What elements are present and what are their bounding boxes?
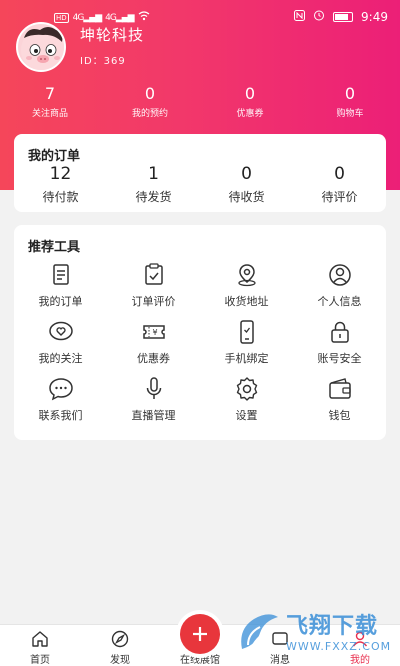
user-circle-icon xyxy=(328,264,351,286)
watermark-title: 飞翔下载 xyxy=(286,613,379,639)
add-button[interactable] xyxy=(180,614,220,654)
order-pending-receipt[interactable]: 0 待收货 xyxy=(200,164,293,205)
coupon-icon: ¥ xyxy=(142,325,165,339)
nfc-icon xyxy=(294,9,306,24)
stat-value: 0 xyxy=(144,84,156,103)
status-time: 9:49 xyxy=(361,9,388,24)
compass-icon xyxy=(111,630,129,648)
tab-label: 首页 xyxy=(30,655,50,666)
tool-order-review[interactable]: 订单评价 xyxy=(107,261,200,318)
location-pin-icon xyxy=(237,264,256,287)
order-label: 待收货 xyxy=(228,190,265,204)
hd-badge: HD xyxy=(54,12,69,23)
microphone-icon xyxy=(146,377,161,399)
tool-account-security[interactable]: 账号安全 xyxy=(293,318,386,375)
tool-contact-us[interactable]: 联系我们 xyxy=(14,375,107,432)
center-plus-container xyxy=(176,610,224,658)
clipboard-check-icon xyxy=(144,263,163,285)
plus-icon xyxy=(193,627,207,641)
orders-card: 我的订单 12 待付款 1 待发货 0 待收货 0 待评价 xyxy=(14,134,386,212)
signal-icon: 4G▂▄▆ xyxy=(72,12,102,23)
watermark-url: WWW.FXXZ.COM xyxy=(286,639,392,653)
order-count: 0 xyxy=(334,164,345,184)
company-name: 坤轮科技 xyxy=(80,26,145,44)
tool-phone-binding[interactable]: 手机绑定 xyxy=(200,318,293,375)
status-bar: HD 4G▂▄▆ 4G▂▄▆ 9:49 xyxy=(0,0,400,34)
stat-value: 7 xyxy=(44,84,56,103)
chat-bubble-icon xyxy=(48,378,73,401)
signal-icon-2: 4G▂▄▆ xyxy=(105,12,134,23)
order-label: 待付款 xyxy=(42,190,79,204)
tools-grid: 我的订单 订单评价 收货地址 个人信息 我的关注 ¥ 优惠券 手机绑定 账号安全… xyxy=(14,261,386,432)
order-count: 12 xyxy=(49,164,72,184)
order-pending-shipment[interactable]: 1 待发货 xyxy=(107,164,200,205)
watermark: 飞翔下载 WWW.FXXZ.COM xyxy=(234,604,394,662)
gear-icon xyxy=(236,377,257,401)
tools-card: 推荐工具 我的订单 订单评价 收货地址 个人信息 我的关注 ¥ 优惠券 手机绑定 xyxy=(14,225,386,440)
tool-label: 手机绑定 xyxy=(224,352,269,365)
stat-coupons[interactable]: 0 优惠券 xyxy=(200,84,300,119)
tool-label: 个人信息 xyxy=(317,295,362,308)
tool-label: 我的订单 xyxy=(38,295,83,308)
stat-value: 0 xyxy=(344,84,356,103)
tool-label: 优惠券 xyxy=(137,352,170,365)
stat-followed-products[interactable]: 7 关注商品 xyxy=(0,84,100,119)
watermark-logo-icon xyxy=(241,614,278,649)
home-icon xyxy=(32,631,48,647)
orders-title: 我的订单 xyxy=(28,149,81,164)
battery-icon xyxy=(333,11,354,22)
phone-icon xyxy=(239,320,254,344)
tool-shipping-address[interactable]: 收货地址 xyxy=(200,261,293,318)
tool-my-follows[interactable]: 我的关注 xyxy=(14,318,107,375)
tool-label: 账号安全 xyxy=(317,352,362,365)
tab-discover[interactable]: 发现 xyxy=(80,625,160,666)
tools-title: 推荐工具 xyxy=(28,240,81,255)
tool-label: 订单评价 xyxy=(131,295,176,308)
tool-label: 钱包 xyxy=(328,409,351,422)
tab-home[interactable]: 首页 xyxy=(0,625,80,666)
tool-label: 直播管理 xyxy=(131,409,176,422)
order-label: 待发货 xyxy=(135,190,172,204)
order-status-row: 12 待付款 1 待发货 0 待收货 0 待评价 xyxy=(14,164,386,205)
tool-label: 联系我们 xyxy=(38,409,83,422)
order-count: 0 xyxy=(241,164,252,184)
order-count: 1 xyxy=(148,164,159,184)
stat-label: 关注商品 xyxy=(31,109,68,119)
stats-row: 7 关注商品 0 我的预约 0 优惠券 0 购物车 xyxy=(0,84,400,119)
order-pending-review[interactable]: 0 待评价 xyxy=(293,164,386,205)
user-id: ID：369 xyxy=(80,56,126,67)
tool-label: 设置 xyxy=(235,409,258,422)
order-pending-payment[interactable]: 12 待付款 xyxy=(14,164,107,205)
tab-label: 发现 xyxy=(110,655,130,666)
tool-my-orders[interactable]: 我的订单 xyxy=(14,261,107,318)
stat-label: 购物车 xyxy=(336,109,364,119)
stat-label: 优惠券 xyxy=(236,109,264,119)
tool-settings[interactable]: 设置 xyxy=(200,375,293,432)
wifi-icon xyxy=(138,11,150,24)
order-list-icon xyxy=(52,264,69,285)
avatar[interactable] xyxy=(16,22,66,72)
wallet-icon xyxy=(328,378,351,399)
tool-wallet[interactable]: 钱包 xyxy=(293,375,386,432)
stat-cart[interactable]: 0 购物车 xyxy=(300,84,400,119)
heart-bubble-icon xyxy=(48,321,73,341)
tool-coupons[interactable]: ¥ 优惠券 xyxy=(107,318,200,375)
tool-label: 我的关注 xyxy=(38,352,83,365)
stat-value: 0 xyxy=(244,84,256,103)
lock-icon xyxy=(330,321,349,343)
stat-label: 我的预约 xyxy=(131,109,168,119)
tool-live-management[interactable]: 直播管理 xyxy=(107,375,200,432)
tool-personal-info[interactable]: 个人信息 xyxy=(293,261,386,318)
svg-text:¥: ¥ xyxy=(152,328,157,337)
tool-label: 收货地址 xyxy=(224,295,269,308)
alarm-icon xyxy=(313,9,325,24)
order-label: 待评价 xyxy=(321,190,358,204)
stat-my-reservations[interactable]: 0 我的预约 xyxy=(100,84,200,119)
